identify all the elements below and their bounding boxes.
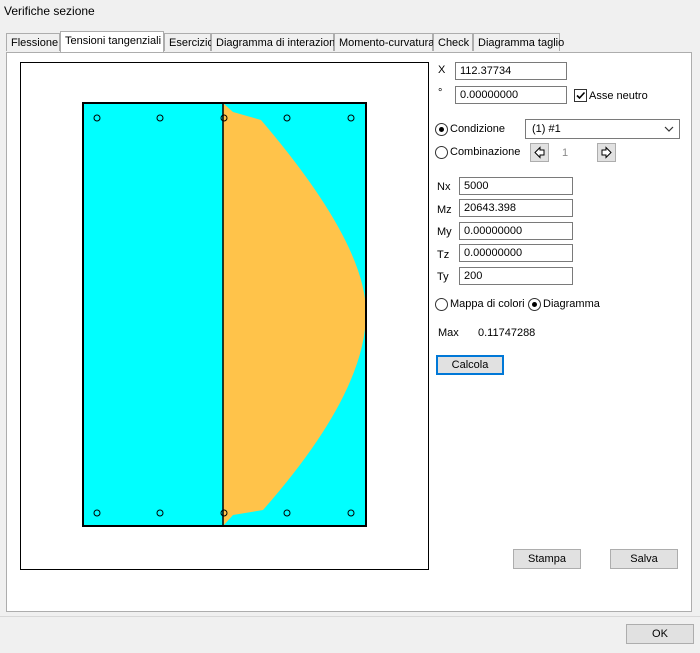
diagramma-radio[interactable] — [528, 298, 541, 311]
x-label: X — [438, 64, 446, 76]
max-label: Max — [438, 327, 459, 339]
tab-esercizio[interactable]: Esercizio — [164, 33, 214, 51]
salva-button[interactable]: Salva — [610, 549, 678, 569]
prev-combination-button[interactable] — [530, 143, 549, 162]
stampa-button[interactable]: Stampa — [513, 549, 581, 569]
check-icon — [576, 91, 586, 100]
section-canvas — [20, 62, 429, 570]
window-title: Verifiche sezione — [4, 4, 95, 18]
tz-input[interactable]: 0.00000000 — [459, 244, 573, 262]
footer-separator — [0, 616, 700, 617]
combinazione-radio[interactable] — [435, 146, 448, 159]
combination-index: 1 — [562, 147, 569, 159]
diagramma-label: Diagramma — [543, 298, 600, 310]
arrow-left-icon — [534, 146, 545, 159]
condizione-radio[interactable] — [435, 123, 448, 136]
mz-input[interactable]: 20643.398 — [459, 199, 573, 217]
tz-label: Tz — [437, 249, 450, 261]
condizione-label: Condizione — [450, 123, 506, 135]
asse-neutro-label: Asse neutro — [589, 90, 648, 102]
x-input[interactable]: 112.37734 — [455, 62, 567, 80]
arrow-right-icon — [601, 146, 612, 159]
condizione-select-value: (1) #1 — [532, 123, 561, 135]
condizione-select[interactable]: (1) #1 — [525, 119, 680, 139]
nx-label: Nx — [437, 181, 451, 193]
tab-diagramma-taglio[interactable]: Diagramma taglio — [473, 33, 564, 51]
next-combination-button[interactable] — [597, 143, 616, 162]
my-input[interactable]: 0.00000000 — [459, 222, 573, 240]
ty-input[interactable]: 200 — [459, 267, 573, 285]
max-value: 0.11747288 — [478, 327, 536, 339]
tab-tensioni-tangenziali[interactable]: Tensioni tangenziali — [60, 31, 164, 52]
ok-button[interactable]: OK — [626, 624, 694, 644]
combinazione-label: Combinazione — [450, 146, 521, 158]
asse-neutro-checkbox[interactable] — [574, 89, 587, 102]
mappa-colori-radio[interactable] — [435, 298, 448, 311]
tab-check[interactable]: Check — [433, 33, 473, 51]
calcola-button[interactable]: Calcola — [436, 355, 504, 375]
my-label: My — [437, 226, 452, 238]
chevron-down-icon — [664, 126, 674, 132]
ty-label: Ty — [437, 271, 449, 283]
tab-diagramma-interazione[interactable]: Diagramma di interazione — [211, 33, 341, 51]
angle-input[interactable]: 0.00000000 — [455, 86, 567, 104]
angle-label: ° — [438, 87, 443, 99]
tab-flessione[interactable]: Flessione — [6, 33, 60, 51]
mz-label: Mz — [437, 204, 452, 216]
nx-input[interactable]: 5000 — [459, 177, 573, 195]
tab-momento-curvatura[interactable]: Momento-curvatura — [334, 33, 434, 51]
section-drawing — [82, 102, 367, 527]
mappa-colori-label: Mappa di colori — [450, 298, 525, 310]
